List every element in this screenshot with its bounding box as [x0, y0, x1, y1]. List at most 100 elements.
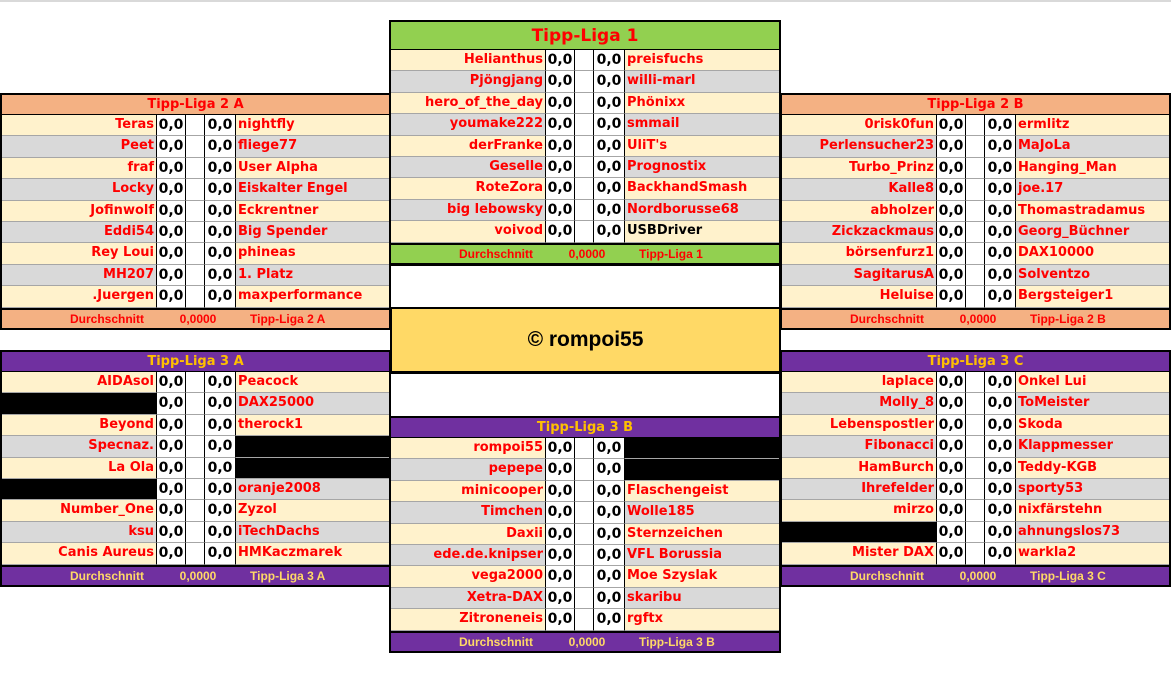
home-score[interactable]: 0,0 — [937, 543, 966, 565]
home-score[interactable]: 0,0 — [937, 221, 966, 244]
home-player-name[interactable]: SagitarusA — [782, 264, 937, 287]
away-player-name[interactable]: ahnungslos73 — [1016, 521, 1169, 544]
away-score[interactable]: 0,0 — [205, 436, 236, 458]
away-score[interactable]: 0,0 — [205, 115, 236, 137]
away-player-name[interactable]: oranje2008 — [236, 478, 389, 501]
home-player-name[interactable]: Heluise — [782, 286, 937, 308]
away-score[interactable]: 0,0 — [985, 543, 1016, 565]
home-score[interactable]: 0,0 — [157, 543, 186, 565]
away-score[interactable]: 0,0 — [985, 243, 1016, 265]
away-score[interactable]: 0,0 — [205, 157, 236, 180]
home-score[interactable]: 0,0 — [546, 609, 575, 631]
home-player-name[interactable]: Mister DAX — [782, 543, 937, 565]
home-player-name[interactable]: Peet — [2, 136, 157, 158]
away-score[interactable]: 0,0 — [594, 135, 625, 157]
away-player-name[interactable]: smmail — [625, 114, 779, 136]
home-score[interactable]: 0,0 — [546, 156, 575, 179]
away-player-name[interactable]: warkla2 — [1016, 543, 1169, 565]
away-player-name[interactable]: USBDriver — [625, 221, 779, 243]
away-player-name[interactable]: fliege77 — [236, 136, 389, 158]
home-player-name[interactable]: Jofinwolf — [2, 200, 157, 222]
home-score[interactable]: 0,0 — [937, 457, 966, 479]
home-player-name[interactable]: MH207 — [2, 264, 157, 287]
home-player-name[interactable]: pepepe — [391, 459, 546, 481]
home-player-name[interactable]: börsenfurz1 — [782, 243, 937, 265]
home-player-name[interactable]: hero_of_the_day — [391, 92, 546, 115]
home-player-name[interactable]: Beyond — [2, 414, 157, 437]
away-score[interactable]: 0,0 — [205, 543, 236, 565]
away-score[interactable]: 0,0 — [594, 438, 625, 460]
away-score[interactable]: 0,0 — [594, 459, 625, 481]
home-score[interactable]: 0,0 — [157, 436, 186, 458]
home-player-name[interactable]: fraf — [2, 157, 157, 180]
home-player-name[interactable]: rompoi55 — [391, 438, 546, 460]
away-player-name[interactable]: therock1 — [236, 414, 389, 437]
home-player-name[interactable]: Lebenspostler — [782, 414, 937, 437]
home-score[interactable]: 0,0 — [157, 478, 186, 501]
home-score[interactable]: 0,0 — [937, 157, 966, 180]
home-score[interactable]: 0,0 — [157, 286, 186, 308]
away-player-name[interactable]: Peacock — [236, 372, 389, 394]
away-player-name[interactable]: Thomastradamus — [1016, 200, 1169, 222]
away-score[interactable]: 0,0 — [205, 457, 236, 479]
away-player-name[interactable] — [236, 457, 389, 479]
home-score[interactable]: 0,0 — [546, 92, 575, 115]
away-player-name[interactable]: iTechDachs — [236, 521, 389, 544]
away-score[interactable]: 0,0 — [205, 200, 236, 222]
away-score[interactable]: 0,0 — [205, 286, 236, 308]
away-score[interactable]: 0,0 — [205, 414, 236, 437]
home-score[interactable]: 0,0 — [157, 243, 186, 265]
home-player-name[interactable]: voivod — [391, 221, 546, 243]
away-player-name[interactable]: VFL Borussia — [625, 544, 779, 567]
away-score[interactable]: 0,0 — [205, 179, 236, 201]
home-score[interactable]: 0,0 — [937, 393, 966, 415]
away-score[interactable]: 0,0 — [594, 587, 625, 610]
home-score[interactable]: 0,0 — [937, 414, 966, 437]
away-score[interactable]: 0,0 — [985, 157, 1016, 180]
home-player-name[interactable]: mirzo — [782, 500, 937, 522]
away-player-name[interactable]: rgftx — [625, 609, 779, 631]
home-score[interactable]: 0,0 — [546, 459, 575, 481]
away-score[interactable]: 0,0 — [205, 521, 236, 544]
away-score[interactable]: 0,0 — [594, 50, 625, 72]
home-score[interactable]: 0,0 — [546, 523, 575, 545]
home-player-name[interactable]: Zitroneneis — [391, 609, 546, 631]
home-player-name[interactable]: Eddi54 — [2, 221, 157, 244]
away-player-name[interactable]: Teddy-KGB — [1016, 457, 1169, 479]
away-score[interactable]: 0,0 — [985, 136, 1016, 158]
away-player-name[interactable]: Big Spender — [236, 221, 389, 244]
home-player-name[interactable]: big lebowsky — [391, 199, 546, 222]
home-score[interactable]: 0,0 — [546, 135, 575, 157]
home-score[interactable]: 0,0 — [546, 71, 575, 93]
away-player-name[interactable]: preisfuchs — [625, 50, 779, 72]
away-score[interactable]: 0,0 — [985, 221, 1016, 244]
home-score[interactable]: 0,0 — [937, 521, 966, 544]
home-player-name[interactable]: Xetra-DAX — [391, 587, 546, 610]
away-player-name[interactable] — [625, 459, 779, 481]
away-player-name[interactable]: nixfärstehn — [1016, 500, 1169, 522]
away-score[interactable]: 0,0 — [205, 264, 236, 287]
home-player-name[interactable]: Teras — [2, 115, 157, 137]
away-player-name[interactable]: Klappmesser — [1016, 436, 1169, 458]
home-score[interactable]: 0,0 — [157, 393, 186, 415]
home-player-name[interactable]: HamBurch — [782, 457, 937, 479]
away-player-name[interactable]: ermlitz — [1016, 115, 1169, 137]
home-score[interactable]: 0,0 — [546, 587, 575, 610]
home-player-name[interactable]: laplace — [782, 372, 937, 394]
away-score[interactable]: 0,0 — [594, 544, 625, 567]
home-score[interactable]: 0,0 — [937, 136, 966, 158]
home-score[interactable]: 0,0 — [546, 480, 575, 503]
away-player-name[interactable]: Prognostix — [625, 156, 779, 179]
home-score[interactable]: 0,0 — [937, 200, 966, 222]
home-player-name[interactable]: Fibonacci — [782, 436, 937, 458]
away-score[interactable]: 0,0 — [985, 264, 1016, 287]
away-score[interactable]: 0,0 — [594, 566, 625, 588]
home-player-name[interactable] — [782, 521, 937, 544]
home-player-name[interactable]: Daxii — [391, 523, 546, 545]
away-player-name[interactable]: Skoda — [1016, 414, 1169, 437]
away-score[interactable]: 0,0 — [205, 243, 236, 265]
away-score[interactable]: 0,0 — [985, 414, 1016, 437]
home-score[interactable]: 0,0 — [546, 438, 575, 460]
away-player-name[interactable]: Flaschengeist — [625, 480, 779, 503]
home-player-name[interactable]: Pjöngjang — [391, 71, 546, 93]
